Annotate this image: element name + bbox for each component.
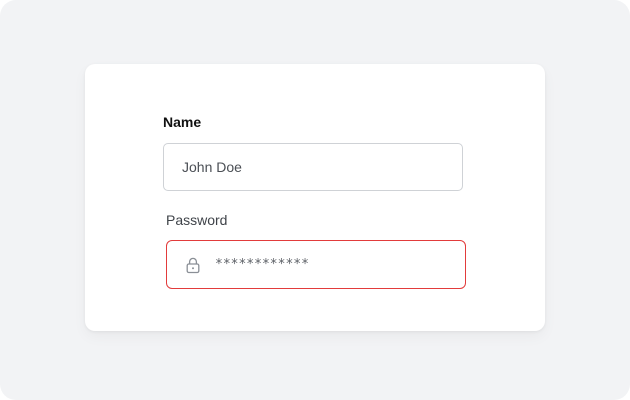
name-label: Name [163, 114, 202, 130]
name-input[interactable]: John Doe [163, 143, 463, 191]
password-input-value: ************ [215, 256, 309, 272]
password-label: Password [166, 212, 228, 228]
page-background: Name John Doe Password ************ [0, 0, 630, 400]
password-input[interactable]: ************ [166, 240, 466, 289]
lock-icon [185, 256, 201, 274]
form-card: Name John Doe Password ************ [85, 64, 545, 331]
name-input-value: John Doe [182, 159, 242, 175]
